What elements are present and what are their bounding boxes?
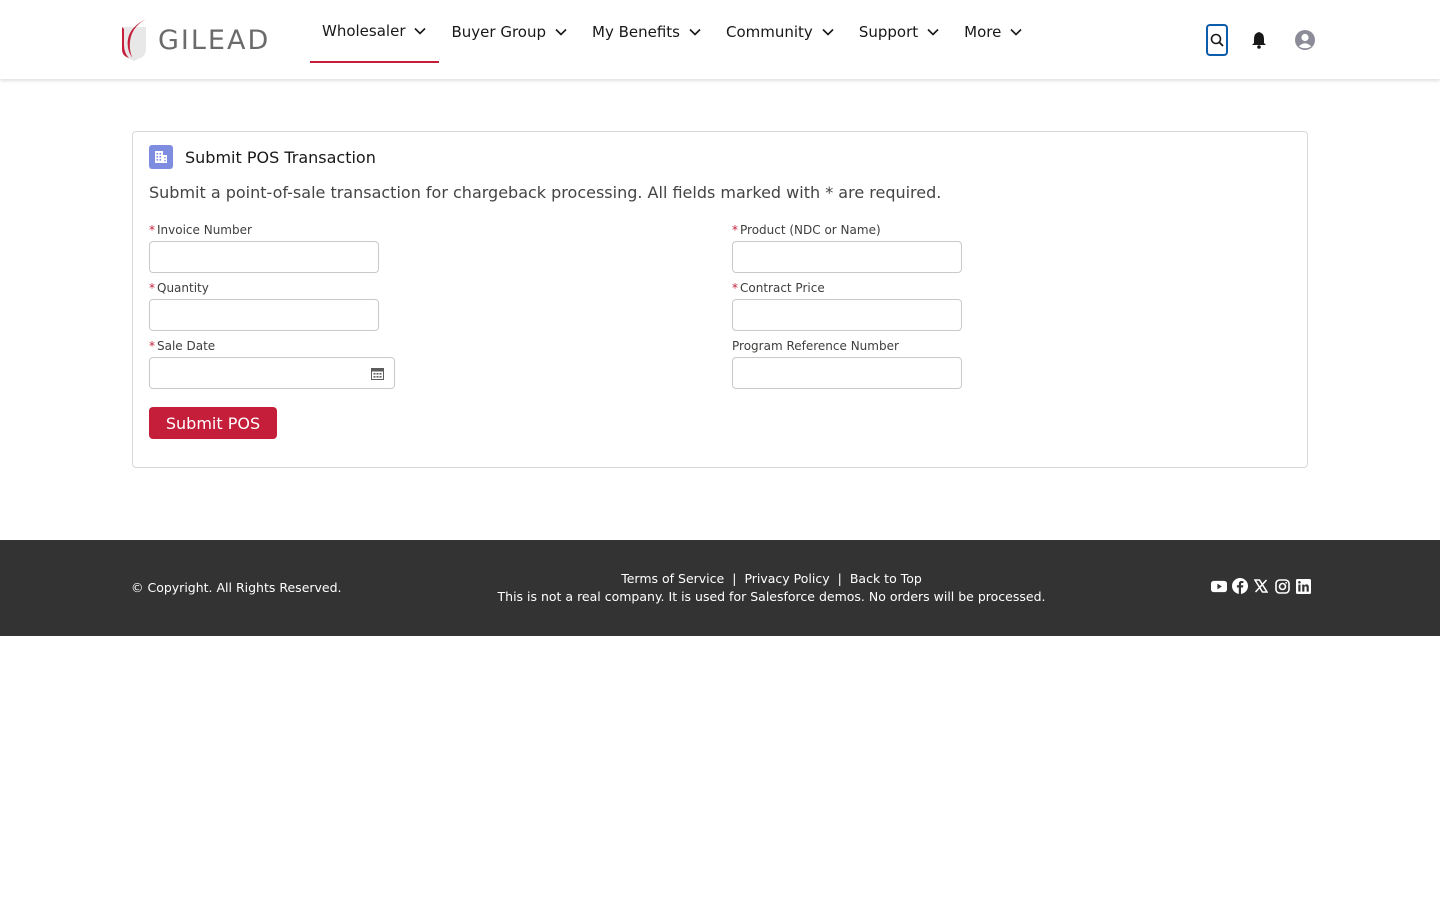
product-label: * Product (NDC or Name) [732,221,962,239]
user-menu-button[interactable] [1294,24,1316,56]
required-marker: * [732,281,738,295]
bell-icon [1252,32,1266,49]
nav-label: Community [726,22,813,41]
site-footer: © Copyright. All Rights Reserved. Terms … [0,540,1440,636]
chevron-down-icon [555,28,567,36]
sale-date-label: * Sale Date [149,337,395,355]
field-label-text: Product (NDC or Name) [740,223,881,237]
search-button[interactable] [1206,24,1228,56]
quantity-field: * Quantity [149,279,379,331]
nav-support[interactable]: Support [847,0,952,63]
user-avatar-icon [1295,30,1315,50]
social-links [1211,578,1316,594]
product-input[interactable] [732,241,962,273]
quantity-input[interactable] [149,299,379,331]
gilead-leaf-icon [122,19,146,61]
field-label-text: Invoice Number [157,223,252,237]
building-icon [149,145,173,169]
notifications-button[interactable] [1248,24,1270,56]
required-marker: * [149,339,155,353]
nav-buyer-group[interactable]: Buyer Group [439,0,580,63]
site-header: GILEAD Wholesaler Buyer Group My Benefit… [0,0,1440,79]
back-to-top-link[interactable]: Back to Top [850,571,922,586]
chevron-down-icon [927,28,939,36]
nav-community[interactable]: Community [714,0,847,63]
youtube-icon[interactable] [1211,578,1227,594]
gilead-logo[interactable]: GILEAD [118,19,270,61]
terms-of-service-link[interactable]: Terms of Service [621,571,724,586]
required-marker: * [149,223,155,237]
required-marker: * [149,281,155,295]
sale-date-field: * Sale Date [149,337,395,389]
contract-price-input[interactable] [732,299,962,331]
invoice-number-input[interactable] [149,241,379,273]
instagram-icon[interactable] [1274,578,1290,594]
link-separator: | [837,571,842,586]
link-separator: | [732,571,737,586]
x-twitter-icon[interactable] [1253,578,1269,594]
main-nav: Wholesaler Buyer Group My Benefits Commu… [310,0,1035,63]
privacy-policy-link[interactable]: Privacy Policy [744,571,829,586]
card-title: Submit POS Transaction [185,147,376,167]
header-utility-icons [1206,24,1316,56]
field-label-text: Sale Date [157,339,216,353]
product-field: * Product (NDC or Name) [732,221,962,273]
card-description: Submit a point-of-sale transaction for c… [149,183,942,202]
chevron-down-icon [1010,28,1022,36]
logo-wordmark: GILEAD [158,24,271,56]
nav-label: Support [858,22,919,41]
quantity-label: * Quantity [149,279,379,297]
invoice-number-field: * Invoice Number [149,221,379,273]
chevron-down-icon [822,28,834,36]
card-header: Submit POS Transaction [149,145,376,169]
field-label-text: Contract Price [740,281,825,295]
sale-date-input[interactable] [149,357,395,389]
program-reference-input[interactable] [732,357,962,389]
program-reference-label: Program Reference Number [732,337,962,355]
program-reference-field: Program Reference Number [732,337,962,389]
chevron-down-icon [689,28,701,36]
field-label-text: Quantity [157,281,209,295]
submit-pos-card: Submit POS Transaction Submit a point-of… [132,131,1308,468]
nav-label: Buyer Group [451,22,546,41]
facebook-icon[interactable] [1232,578,1248,594]
linkedin-icon[interactable] [1295,578,1311,594]
nav-label: My Benefits [592,22,680,41]
nav-more[interactable]: More [952,0,1035,63]
field-label-text: Program Reference Number [732,339,899,353]
contract-price-label: * Contract Price [732,279,962,297]
nav-my-benefits[interactable]: My Benefits [580,0,714,63]
nav-label: More [964,22,1002,41]
nav-wholesaler[interactable]: Wholesaler [310,0,440,63]
submit-pos-button[interactable]: Submit POS [149,407,277,439]
search-icon [1210,33,1224,47]
calendar-icon[interactable] [371,367,384,380]
nav-label: Wholesaler [322,21,406,40]
invoice-number-label: * Invoice Number [149,221,379,239]
contract-price-field: * Contract Price [732,279,962,331]
chevron-down-icon [414,27,427,35]
required-marker: * [732,223,738,237]
